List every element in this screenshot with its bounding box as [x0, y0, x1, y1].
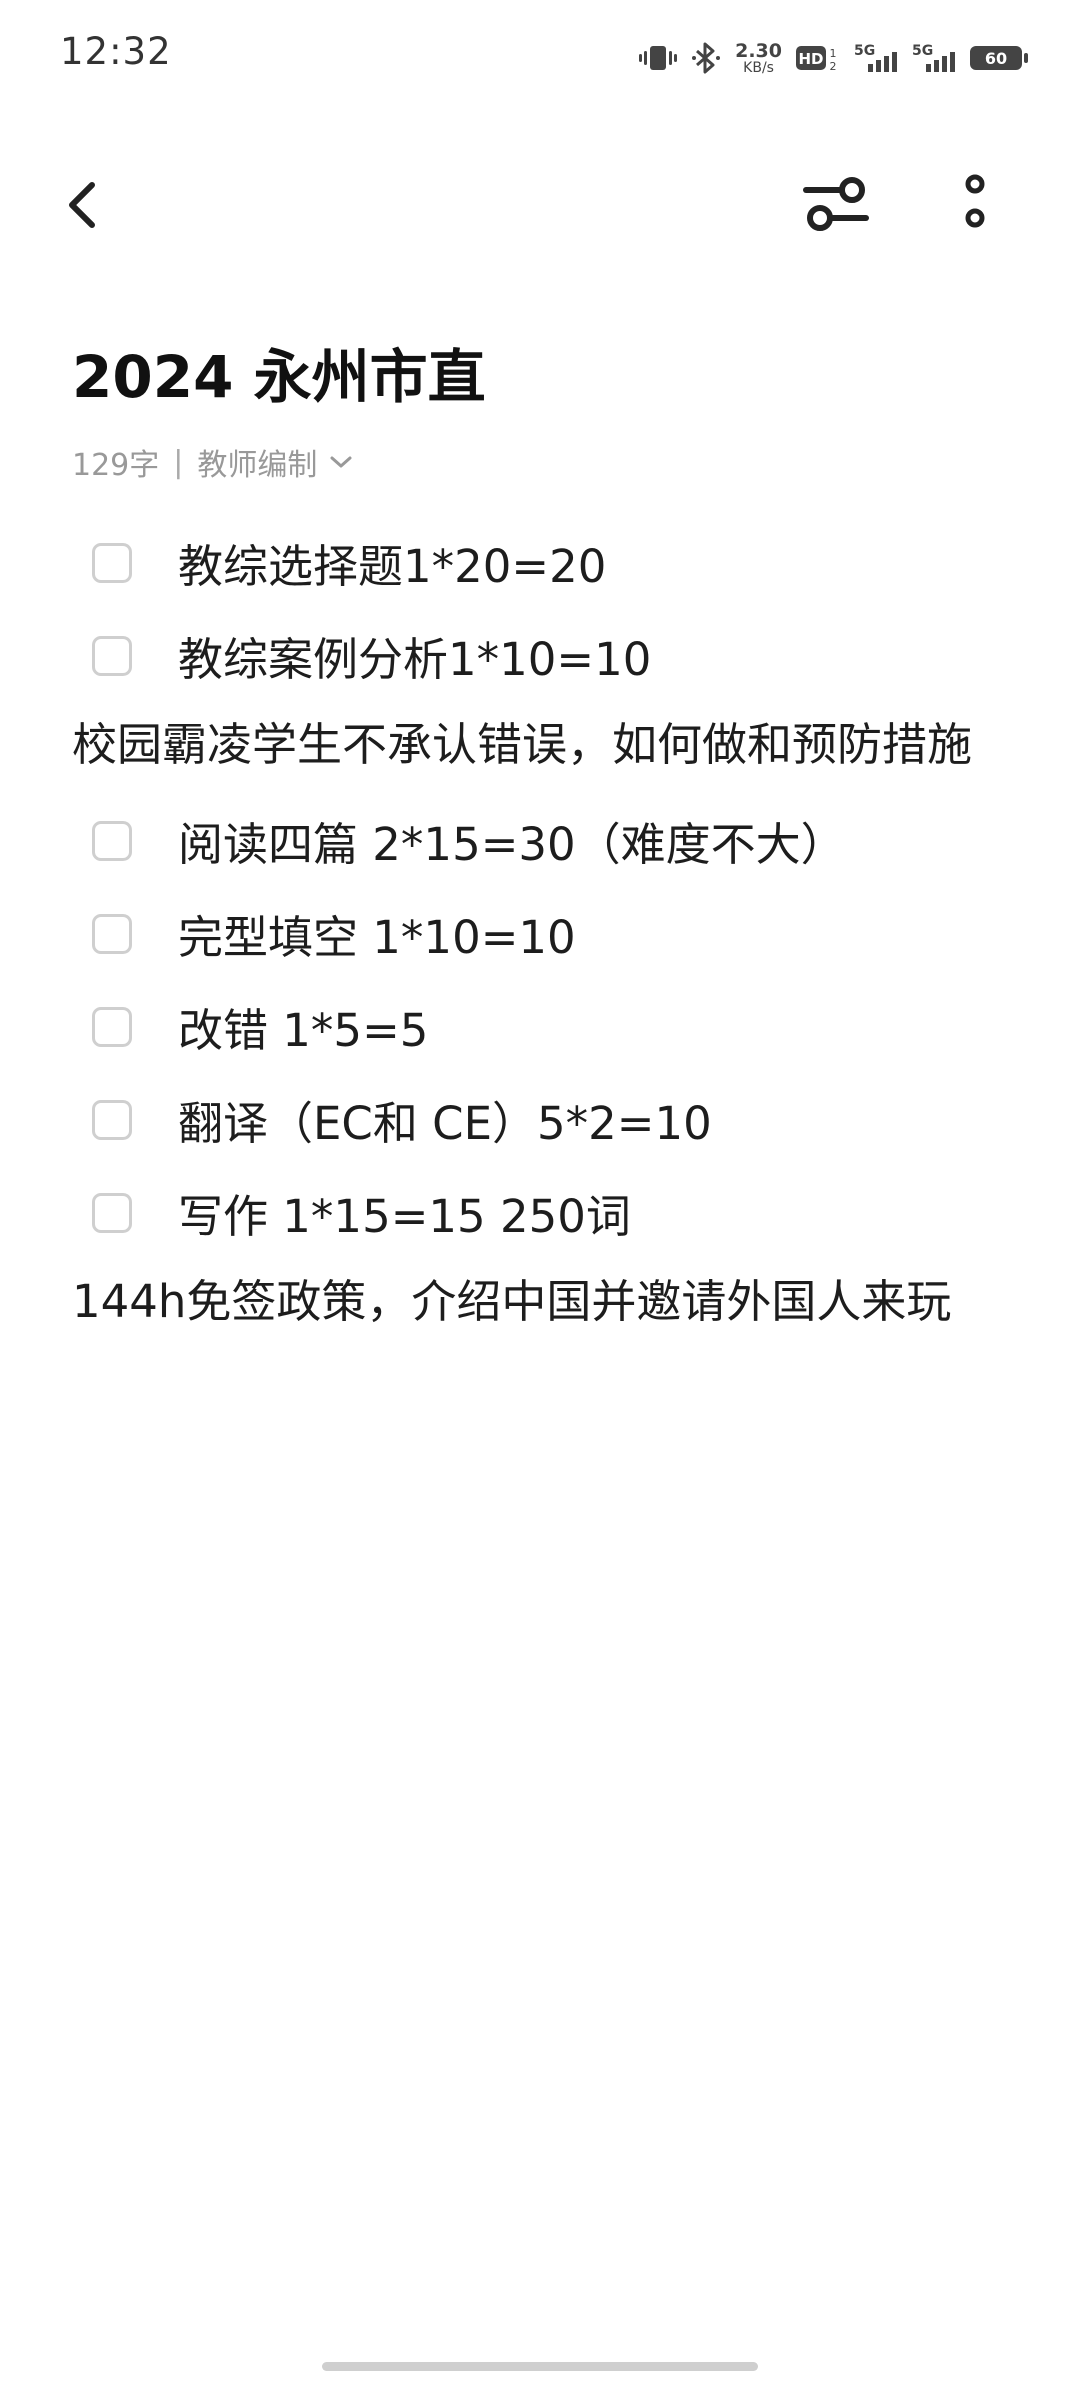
chevron-down-icon[interactable]	[329, 454, 353, 470]
vibrate-icon	[639, 43, 678, 73]
checkbox[interactable]	[92, 542, 132, 583]
checkbox[interactable]	[92, 1006, 132, 1047]
checklist-item: 翻译（EC和 CE）5*2=10	[72, 1073, 1022, 1166]
svg-text:1: 1	[830, 47, 837, 60]
battery-icon: 60	[970, 43, 1028, 73]
checklist-item: 完型填空 1*10=10	[72, 887, 1022, 980]
note-body[interactable]: 教综选择题1*20=20 教综案例分析1*10=10 校园霸凌学生不承认错误，如…	[72, 516, 1022, 1351]
checklist-item: 教综案例分析1*10=10	[72, 609, 1022, 702]
checklist-item: 写作 1*15=15 250词	[72, 1166, 1022, 1259]
back-button[interactable]	[62, 170, 122, 240]
checklist-item: 阅读四篇 2*15=30（难度不大）	[72, 794, 1022, 887]
network-speed: 2.30 KB/s	[735, 39, 782, 76]
home-indicator[interactable]	[322, 2362, 758, 2371]
svg-text:2: 2	[830, 60, 837, 73]
checkbox[interactable]	[92, 635, 132, 676]
status-time: 12:32	[60, 30, 172, 73]
signal-icon-2: 5G	[912, 42, 956, 74]
paragraph-text[interactable]: 144h免签政策，介绍中国并邀请外国人来玩	[72, 1259, 1022, 1351]
note-title[interactable]: 2024 永州市直	[72, 330, 486, 414]
checklist-item-text[interactable]: 改错 1*5=5	[178, 994, 428, 1059]
more-vertical-icon	[965, 174, 985, 228]
network-speed-unit: KB/s	[743, 59, 774, 76]
note-meta: 129字 | 教师编制	[72, 440, 353, 484]
filter-button[interactable]	[800, 170, 875, 240]
checklist-item-text[interactable]: 翻译（EC和 CE）5*2=10	[178, 1087, 712, 1152]
checklist-item: 改错 1*5=5	[72, 980, 1022, 1073]
checklist-item-text[interactable]: 阅读四篇 2*15=30（难度不大）	[178, 808, 846, 873]
more-options-button[interactable]	[950, 170, 1000, 240]
checkbox[interactable]	[92, 913, 132, 954]
sim1-network-label: 5G	[854, 43, 875, 59]
hd-label: HD	[798, 50, 823, 68]
checklist-item-text[interactable]: 写作 1*15=15 250词	[178, 1180, 631, 1245]
checkbox[interactable]	[92, 1099, 132, 1140]
paragraph-text[interactable]: 校园霸凌学生不承认错误，如何做和预防措施	[72, 702, 1022, 794]
status-icons: 2.30 KB/s HD 1 2 5G 5G 60	[639, 36, 1028, 80]
hd-voice-icon: HD 1 2	[796, 43, 840, 73]
sliders-icon	[803, 177, 869, 231]
battery-level: 60	[985, 49, 1007, 68]
sim2-network-label: 5G	[912, 43, 933, 59]
bluetooth-icon	[691, 42, 721, 74]
checkbox[interactable]	[92, 820, 132, 861]
checklist-item-text[interactable]: 教综选择题1*20=20	[178, 530, 606, 595]
status-bar: 12:32 2.30 KB/s HD 1 2 5G 5G 60	[0, 0, 1080, 110]
word-count: 129字	[72, 448, 160, 483]
category-selector[interactable]: 教师编制	[197, 440, 317, 484]
network-speed-value: 2.30	[735, 39, 782, 62]
chevron-left-icon	[69, 182, 95, 228]
checklist-item-text[interactable]: 完型填空 1*10=10	[178, 901, 576, 966]
app-bar	[0, 160, 1080, 250]
checkbox[interactable]	[92, 1192, 132, 1233]
checklist-item: 教综选择题1*20=20	[72, 516, 1022, 609]
signal-icon: 5G	[854, 42, 898, 74]
checklist-item-text[interactable]: 教综案例分析1*10=10	[178, 623, 651, 688]
meta-separator: |	[173, 444, 184, 480]
